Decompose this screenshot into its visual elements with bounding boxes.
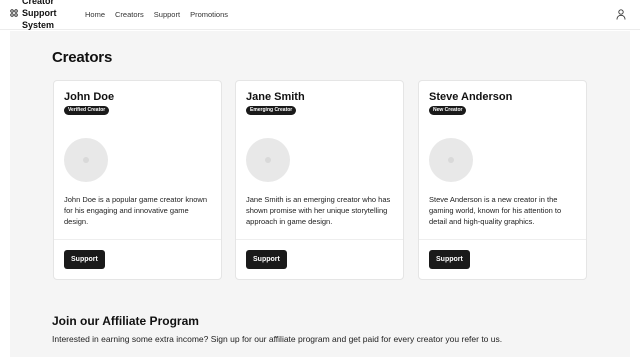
support-button[interactable]: Support <box>64 250 105 269</box>
creator-card-jane-smith: Jane Smith Emerging Creator Jane Smith i… <box>235 80 404 280</box>
divider <box>236 239 403 240</box>
user-icon[interactable] <box>616 9 626 20</box>
brand[interactable]: Creator Support System <box>10 0 62 31</box>
creator-name: Steve Anderson <box>429 91 513 103</box>
creator-badge: Emerging Creator <box>246 106 297 115</box>
affiliate-title: Join our Affiliate Program <box>52 314 199 328</box>
affiliate-text: Interested in earning some extra income?… <box>52 334 503 344</box>
creator-badge: Verified Creator <box>64 106 110 115</box>
grid-icon <box>10 9 18 17</box>
support-button[interactable]: Support <box>246 250 287 269</box>
nav-home[interactable]: Home <box>85 10 105 19</box>
creator-description: Jane Smith is an emerging creator who ha… <box>246 195 391 226</box>
main-content: Creators John Doe Verified Creator John … <box>10 31 630 357</box>
nav-creators[interactable]: Creators <box>115 10 144 19</box>
divider <box>419 239 586 240</box>
page-title: Creators <box>52 49 113 66</box>
creator-description: John Doe is a popular game creator known… <box>64 195 207 226</box>
creator-badge: New Creator <box>429 106 467 115</box>
main-nav: Home Creators Support Promotions <box>85 10 228 19</box>
creator-name: John Doe <box>64 91 115 103</box>
nav-promotions[interactable]: Promotions <box>190 10 228 19</box>
top-header: Creator Support System Home Creators Sup… <box>0 0 640 30</box>
avatar <box>429 138 473 182</box>
nav-support[interactable]: Support <box>154 10 180 19</box>
creator-description: Steve Anderson is a new creator in the g… <box>429 195 562 226</box>
support-button[interactable]: Support <box>429 250 470 269</box>
brand-name: Creator Support System <box>22 0 57 30</box>
creator-name: Jane Smith <box>246 91 305 103</box>
avatar <box>64 138 108 182</box>
creator-card-steve-anderson: Steve Anderson New Creator Steve Anderso… <box>418 80 587 280</box>
creator-card-john-doe: John Doe Verified Creator John Doe is a … <box>53 80 222 280</box>
avatar <box>246 138 290 182</box>
creator-cards: John Doe Verified Creator John Doe is a … <box>53 80 587 280</box>
divider <box>54 239 221 240</box>
